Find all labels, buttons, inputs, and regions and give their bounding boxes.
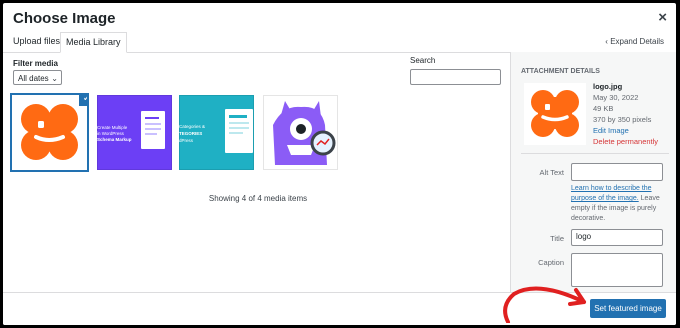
checkmark-icon[interactable]: ✓ <box>78 95 87 107</box>
attachment-info: logo.jpg May 30, 2022 49 KB 370 by 350 p… <box>593 81 658 147</box>
search-label: Search <box>410 56 436 65</box>
caption-label: Caption <box>538 258 564 267</box>
svg-text:Schema Markup: Schema Markup <box>97 137 132 142</box>
alt-text-field[interactable] <box>571 163 663 181</box>
title-field[interactable]: logo <box>571 229 663 246</box>
tab-bar: Upload files Media Library ‹ Expand Deta… <box>3 32 676 53</box>
svg-text:dPress: dPress <box>179 138 194 143</box>
chevron-down-icon: ⌄ <box>51 74 58 83</box>
alt-text-help: Learn how to describe the purpose of the… <box>571 184 666 224</box>
red-arrow-annotation <box>503 286 586 323</box>
attachment-size: 49 KB <box>593 104 614 113</box>
svg-text:Categories &: Categories & <box>179 124 205 129</box>
close-icon[interactable]: × <box>658 9 667 26</box>
tab-upload-files[interactable]: Upload files <box>8 32 65 51</box>
delete-permanently-link[interactable]: Delete permanently <box>593 136 658 147</box>
alt-text-label: Alt Text <box>539 168 564 177</box>
monster-graphic <box>273 101 336 165</box>
expand-details-link[interactable]: ‹ Expand Details <box>605 37 664 46</box>
attachment-dimensions: 370 by 350 pixels <box>593 115 652 124</box>
svg-text:TEGORIES: TEGORIES <box>179 131 202 136</box>
set-featured-image-button[interactable]: Set featured image <box>590 299 666 318</box>
modal-title: Choose Image <box>13 10 116 27</box>
media-item-categories[interactable]: Categories & TEGORIES dPress <box>179 95 254 170</box>
expand-details-label: Expand Details <box>610 37 664 46</box>
tab-media-library[interactable]: Media Library <box>60 32 127 53</box>
date-filter-select[interactable]: All dates ⌄ <box>13 70 62 85</box>
schema-graphic: Create Multiple in WordPress Schema Mark… <box>97 111 165 149</box>
attachment-filename: logo.jpg <box>593 82 623 91</box>
svg-text:Create Multiple: Create Multiple <box>97 125 128 130</box>
search-input[interactable] <box>410 69 501 85</box>
filter-media-label: Filter media <box>13 59 58 68</box>
edit-image-link[interactable]: Edit Image <box>593 125 658 136</box>
attachment-details-panel: ATTACHMENT DETAILS logo.jpg May 30, 2022… <box>510 52 676 292</box>
attachment-thumbnail <box>524 83 586 145</box>
media-item-logo[interactable]: ✓ <box>10 93 89 172</box>
media-modal: Choose Image × Upload files Media Librar… <box>3 3 676 325</box>
media-item-monster[interactable] <box>263 95 338 170</box>
attachment-details-heading: ATTACHMENT DETAILS <box>521 68 600 75</box>
date-filter-value: All dates <box>18 74 49 83</box>
categories-graphic: Categories & TEGORIES dPress <box>179 109 253 153</box>
logo-image <box>12 95 87 170</box>
chevron-left-icon: ‹ <box>605 37 608 46</box>
title-label: Title <box>550 234 564 243</box>
details-divider <box>521 153 669 154</box>
attachment-date: May 30, 2022 <box>593 93 639 102</box>
media-item-schema[interactable]: Create Multiple in WordPress Schema Mark… <box>97 95 172 170</box>
media-count-text: Showing 4 of 4 media items <box>208 194 308 203</box>
svg-text:in WordPress: in WordPress <box>97 131 125 136</box>
